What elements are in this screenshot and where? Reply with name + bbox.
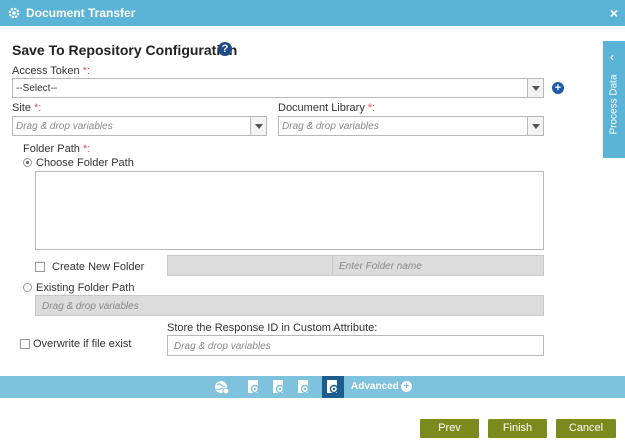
title-bar: Document Transfer × [0,0,625,26]
access-token-select[interactable]: --Select-- [12,78,544,98]
globe-settings-icon[interactable] [214,379,230,395]
existing-folder-radio[interactable] [23,283,32,292]
document-settings-icon[interactable] [271,379,287,395]
gear-icon [8,7,20,19]
tab-save-to-repository[interactable] [322,376,344,398]
process-data-label: Process Data [608,74,620,135]
create-folder-label: Create New Folder [52,261,145,273]
document-settings-icon[interactable] [246,379,262,395]
add-token-button[interactable]: + [552,82,564,94]
document-settings-icon [327,380,339,394]
site-label: Site *: [12,102,42,114]
choose-folder-radio[interactable] [23,158,32,167]
choose-folder-label: Choose Folder Path [36,157,134,169]
create-folder-checkbox[interactable] [35,262,45,272]
cancel-button[interactable]: Cancel [556,419,616,438]
folder-path-area[interactable] [35,171,544,250]
folder-path-label: Folder Path *: [23,143,91,155]
chevron-down-icon[interactable] [527,79,543,97]
document-settings-icon[interactable] [296,379,312,395]
existing-folder-input[interactable]: Drag & drop variables [35,295,544,316]
overwrite-label: Overwrite if file exist [33,338,132,350]
access-token-label: Access Token *: [12,65,91,77]
document-library-label: Document Library *: [278,102,376,114]
page-title: Save To Repository Configuration [12,42,238,58]
process-data-tab[interactable]: ‹ Process Data [603,41,625,158]
existing-folder-label: Existing Folder Path [36,282,135,294]
prev-button[interactable]: Prev [420,419,479,438]
response-id-input[interactable]: Drag & drop variables [167,335,544,356]
close-icon[interactable]: × [610,5,618,21]
advanced-link[interactable]: Advanced [351,381,399,392]
plus-icon[interactable]: + [401,381,412,392]
response-id-label: Store the Response ID in Custom Attribut… [167,322,378,334]
window-title: Document Transfer [26,6,136,20]
folder-name-input[interactable]: Enter Folder name [167,255,544,276]
site-field[interactable]: Drag & drop variables [12,116,267,136]
help-icon[interactable]: ? [218,42,232,56]
divider [332,256,333,275]
document-library-field[interactable]: Drag & drop variables [278,116,544,136]
overwrite-checkbox[interactable] [20,339,30,349]
finish-button[interactable]: Finish [488,419,547,438]
chevron-down-icon[interactable] [250,117,266,135]
config-toolbar: Advanced + [0,376,625,398]
chevron-left-icon[interactable]: ‹ [610,50,614,64]
chevron-down-icon[interactable] [527,117,543,135]
